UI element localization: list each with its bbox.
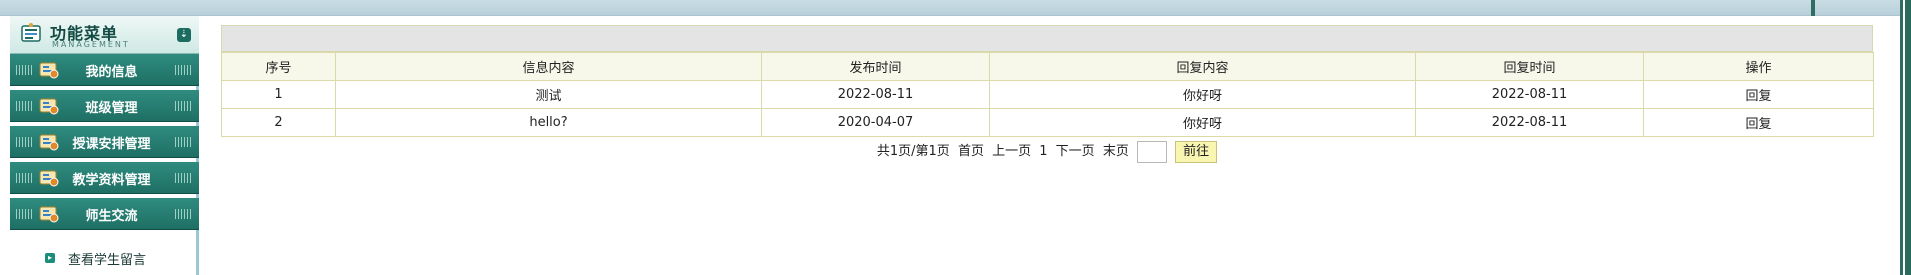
current-page: 1 — [1039, 144, 1048, 159]
sidebar-subitem-view-messages[interactable]: ▸ 查看学生留言 — [10, 241, 199, 275]
table-header-row: 序号 信息内容 发布时间 回复内容 回复时间 操作 — [221, 52, 1874, 81]
sidebar-item-label: 班级管理 — [85, 101, 138, 116]
sidebar-item-label: 我的信息 — [85, 65, 138, 80]
cell-index: 1 — [221, 80, 336, 109]
next-page-link[interactable]: 下一页 — [1056, 144, 1095, 159]
col-header-index: 序号 — [221, 52, 336, 81]
first-page-link[interactable]: 首页 — [958, 144, 984, 159]
sidebar-item-label: 教学资料管理 — [72, 173, 151, 188]
table-row: 1 测试 2022-08-11 你好呀 2022-08-11 回复 — [221, 80, 1874, 109]
main-content: 序号 信息内容 发布时间 回复内容 回复时间 操作 1 测试 2022-08-1… — [221, 25, 1874, 164]
cell-reply-time: 2022-08-11 — [1415, 108, 1644, 137]
sidebar-item-my-info[interactable]: 我的信息 — [10, 54, 199, 86]
reply-link[interactable]: 回复 — [1643, 108, 1874, 137]
sidebar-item-label: 授课安排管理 — [72, 137, 151, 152]
col-header-reply-content: 回复内容 — [989, 52, 1416, 81]
sidebar-item-teacher-student-communication[interactable]: 师生交流 — [10, 198, 199, 230]
sidebar-item-teaching-schedule[interactable]: 授课安排管理 — [10, 126, 199, 158]
cell-reply-content: 你好呀 — [989, 80, 1416, 109]
grid-toolbar — [221, 25, 1873, 52]
sidebar-subtitle: MANAGEMENT — [52, 40, 130, 49]
cell-publish-time: 2022-08-11 — [761, 80, 990, 109]
menu-book-icon — [21, 23, 41, 42]
reply-link[interactable]: 回复 — [1643, 80, 1874, 109]
cell-publish-time: 2020-04-07 — [761, 108, 990, 137]
right-frame-mark — [1811, 0, 1815, 16]
grip-decoration — [175, 101, 193, 111]
page-summary: 共1页/第1页 — [876, 144, 950, 159]
cell-index: 2 — [221, 108, 336, 137]
col-header-action: 操作 — [1643, 52, 1874, 81]
cell-content: hello? — [335, 108, 762, 137]
col-header-publish-time: 发布时间 — [761, 52, 990, 81]
message-table: 序号 信息内容 发布时间 回复内容 回复时间 操作 1 测试 2022-08-1… — [221, 52, 1874, 137]
arrow-right-icon: ▸ — [45, 253, 55, 263]
cell-content: 测试 — [335, 80, 762, 109]
double-chevron-down-icon[interactable]: ⇣ — [177, 28, 191, 42]
grip-decoration — [175, 137, 193, 147]
table-row: 2 hello? 2020-04-07 你好呀 2022-08-11 回复 — [221, 108, 1874, 137]
pagination: 共1页/第1页 首页 上一页 1 下一页 末页 前往 — [221, 140, 1873, 164]
grip-decoration — [175, 173, 193, 183]
sidebar-header: 功能菜单 MANAGEMENT ⇣ — [10, 16, 199, 54]
sidebar: 功能菜单 MANAGEMENT ⇣ 我的信息班级管理授课安排管理 教学资料管理 师生… — [0, 16, 199, 275]
cell-reply-time: 2022-08-11 — [1415, 80, 1644, 109]
col-header-reply-time: 回复时间 — [1415, 52, 1644, 81]
sidebar-item-label: 师生交流 — [85, 209, 138, 224]
right-frame-edge — [1900, 0, 1911, 275]
grip-decoration — [175, 209, 193, 219]
col-header-content: 信息内容 — [335, 52, 762, 81]
sidebar-item-class-management[interactable]: 班级管理 — [10, 90, 199, 122]
top-banner-strip — [0, 0, 1911, 16]
page-number-input[interactable] — [1136, 140, 1167, 163]
sidebar-item-teaching-materials[interactable]: 教学资料管理 — [10, 162, 199, 194]
cell-reply-content: 你好呀 — [989, 108, 1416, 137]
grip-decoration — [175, 65, 193, 75]
last-page-link[interactable]: 末页 — [1103, 144, 1129, 159]
go-button[interactable]: 前往 — [1175, 140, 1218, 163]
prev-page-link[interactable]: 上一页 — [992, 144, 1031, 159]
sidebar-subitem-label: 查看学生留言 — [68, 253, 147, 268]
